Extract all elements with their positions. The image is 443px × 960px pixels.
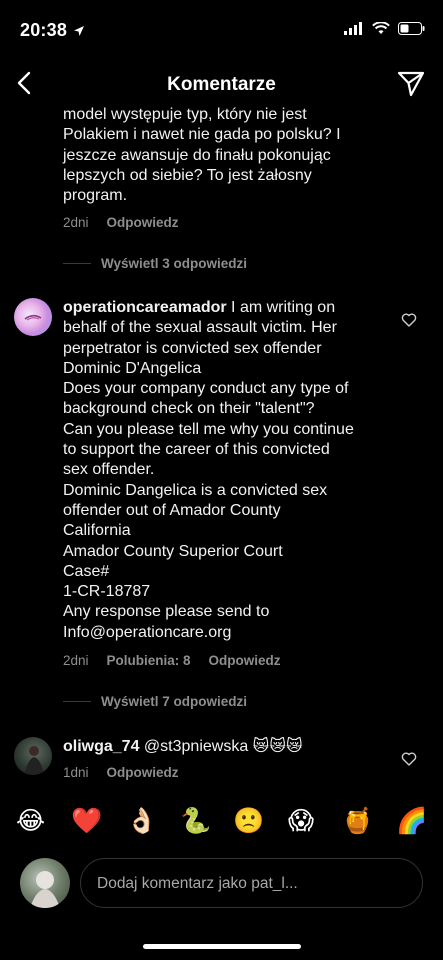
comment-line: Dominic D'Angelica (63, 359, 202, 377)
comment-text: oliwga_74 @st3pniewska 😿😿😿 (63, 737, 401, 757)
avatar-photo-icon (30, 871, 60, 908)
home-indicator[interactable] (143, 944, 301, 949)
comment-line: I am writing on (226, 299, 336, 316)
view-replies-label: Wyświetl 3 odpowiedzi (101, 256, 248, 272)
comment-line: perpetrator is convicted sex offender (63, 339, 322, 357)
comment-line: Dominic Dangelica is a convicted sex (63, 481, 328, 499)
comment-line: program. (63, 187, 128, 205)
like-heart-icon[interactable] (401, 312, 417, 328)
comment-line: 1-CR-18787 (63, 583, 151, 601)
comment-line: Case# (63, 562, 110, 580)
comment-time: 1dni (63, 765, 89, 781)
comment-line: jeszcze awansuje do finału pokonując (63, 146, 331, 164)
emoji-button[interactable]: 😂 (16, 806, 45, 836)
comment-text: model występuje typ, który nie jest Pola… (63, 105, 413, 206)
user-avatar[interactable] (20, 858, 70, 908)
comment-time: 2dni (63, 653, 89, 669)
comment-line: California (63, 522, 131, 540)
emoji-button[interactable]: 🌈 (396, 806, 427, 836)
like-heart-icon[interactable] (401, 751, 417, 767)
view-replies-button[interactable]: Wyświetl 7 odpowiedzi (63, 694, 401, 709)
comment-line: behalf of the sexual assault victim. Her (63, 319, 337, 337)
divider (63, 701, 91, 703)
cellular-signal-icon (344, 22, 362, 35)
comment-line: lepszych od siebie? To jest żałosny (63, 166, 312, 184)
comment-line: Does your company conduct any type of (63, 380, 349, 398)
paper-plane-icon[interactable] (397, 70, 425, 98)
comment-text: operationcareamador I am writing on beha… (63, 298, 401, 643)
comment-line: model występuje typ, który nie jest (63, 106, 307, 123)
status-icons (344, 22, 425, 35)
emoji-quick-bar: 😂 ❤️ 👌🏻 🐍 🙁 😱 🍯 🌈 (0, 800, 443, 844)
comment-meta: 2dni Odpowiedz (63, 215, 413, 230)
status-time: 20:38 (20, 20, 68, 40)
location-arrow-icon (74, 26, 84, 36)
comment-input-wrapper (80, 858, 423, 908)
comment-1: model występuje typ, który nie jest Pola… (63, 105, 413, 271)
comment-time: 2dni (63, 215, 89, 231)
comment-line: Info@operationcare.org (63, 623, 232, 641)
comment-meta: 2dni Polubienia: 8 Odpowiedz (63, 653, 401, 668)
comment-username[interactable]: operationcareamador (63, 299, 227, 316)
comment-line: to support the career of this convicted (63, 441, 330, 459)
reply-button[interactable]: Odpowiedz (209, 653, 281, 668)
comment-2: operationcareamador I am writing on beha… (63, 298, 401, 709)
avatar-logo-icon (24, 314, 42, 321)
emoji-button[interactable]: 🙁 (233, 806, 264, 836)
page-title: Komentarze (167, 74, 276, 95)
comment-username[interactable]: oliwga_74 (63, 738, 139, 755)
comment-line: Amador County Superior Court (63, 542, 283, 560)
wifi-icon (372, 22, 390, 34)
avatar[interactable] (14, 298, 52, 336)
comment-line: Any response please send to (63, 603, 270, 621)
emoji-button[interactable]: ❤️ (71, 806, 102, 836)
comment-line: Polakiem i nawet nie gada po polsku? I (63, 126, 341, 144)
emoji-button[interactable]: 🍯 (342, 806, 373, 836)
view-replies-button[interactable]: Wyświetl 3 odpowiedzi (63, 256, 413, 271)
avatar[interactable] (14, 737, 52, 775)
comments-feed: model występuje typ, który nie jest Pola… (0, 100, 443, 790)
comment-meta: 1dni Odpowiedz (63, 765, 401, 780)
reply-button[interactable]: Odpowiedz (107, 765, 179, 780)
comment-line: offender out of Amador County (63, 501, 281, 519)
comment-line: Can you please tell me why you continue (63, 420, 354, 438)
reply-button[interactable]: Odpowiedz (107, 215, 179, 230)
comment-line: sex offender. (63, 461, 155, 479)
battery-icon (398, 22, 425, 35)
view-replies-label: Wyświetl 7 odpowiedzi (101, 694, 248, 710)
comment-line: background check on their "talent"? (63, 400, 315, 418)
emoji-button[interactable]: 🐍 (180, 806, 211, 836)
comment-input[interactable] (95, 871, 399, 897)
comment-3: oliwga_74 @st3pniewska 😿😿😿 1dni Odpowied… (63, 737, 401, 780)
divider (63, 263, 91, 265)
avatar-photo-icon (24, 746, 44, 775)
emoji-button[interactable]: 👌🏻 (126, 806, 157, 836)
emoji-button[interactable]: 😱 (288, 806, 314, 836)
status-bar: 20:38 (0, 0, 443, 58)
likes-count[interactable]: Polubienia: 8 (107, 653, 191, 668)
comment-line: @st3pniewska 😿😿😿 (139, 738, 303, 755)
